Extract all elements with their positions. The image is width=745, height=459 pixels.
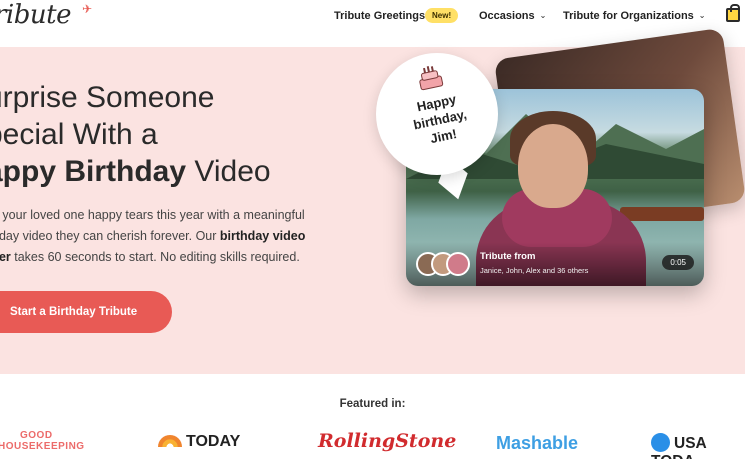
today-logo[interactable]: TODAY <box>158 433 240 451</box>
nav-tribute-greetings[interactable]: Tribute Greetings <box>334 10 425 22</box>
today-text: TODAY <box>186 433 241 450</box>
contributor-avatars <box>416 252 472 276</box>
tribute-from-label: Tribute from <box>480 251 536 262</box>
birthday-video-maker-link-cont[interactable]: ker <box>0 250 11 264</box>
paper-plane-icon: ✈ <box>82 2 93 16</box>
nav-organizations[interactable]: Tribute for Organizations ⌄ <box>563 10 706 22</box>
nav-occasions-label: Occasions <box>479 10 535 22</box>
boats <box>620 207 704 221</box>
subtext-part-3: takes 60 seconds to start. No editing sk… <box>10 250 300 264</box>
birthday-video-maker-link[interactable]: birthday video <box>220 229 305 243</box>
rolling-stone-logo[interactable]: RollingStone <box>318 430 456 452</box>
usa-today-dot-icon <box>651 433 670 452</box>
sunrise-icon <box>158 435 182 447</box>
good-housekeeping-logo[interactable]: GOOD HOUSEKEEPING <box>0 430 85 452</box>
chevron-down-icon: ⌄ <box>539 11 547 20</box>
headline-line-3: appy Birthday Video <box>0 153 271 190</box>
headline-line-1: urprise Someone <box>0 81 215 114</box>
nav-occasions[interactable]: Occasions ⌄ <box>479 10 546 22</box>
headline-rest: Video <box>186 155 271 188</box>
headline-line-2: pecial With a <box>0 118 158 151</box>
new-badge: New! <box>425 8 459 23</box>
logo-text: ribute <box>0 0 71 30</box>
start-birthday-tribute-button[interactable]: Start a Birthday Tribute <box>0 291 172 333</box>
tribute-logo[interactable]: ribute <box>0 0 71 30</box>
subtext-line-2: hday video they can cherish forever. Our… <box>0 226 352 247</box>
nav-organizations-label: Tribute for Organizations <box>563 10 694 22</box>
chevron-down-icon: ⌄ <box>698 11 706 20</box>
subtext-line-1: e your loved one happy tears this year w… <box>0 208 305 222</box>
usa-today-logo[interactable]: USA TODA <box>651 433 745 459</box>
gh-line-1: GOOD <box>20 430 53 441</box>
subtext-line-3: ker takes 60 seconds to start. No editin… <box>0 247 352 268</box>
person-face <box>518 124 588 208</box>
mashable-logo[interactable]: Mashable <box>496 433 578 454</box>
gh-line-2: HOUSEKEEPING <box>0 441 85 452</box>
video-duration: 0:05 <box>662 255 694 270</box>
avatar <box>446 252 470 276</box>
featured-in-label: Featured in: <box>339 398 406 410</box>
contributors-list: Janice, John, Alex and 36 others <box>480 266 589 275</box>
subtext-part-2: hday video they can cherish forever. Our <box>0 229 220 243</box>
shopping-bag-icon[interactable] <box>726 4 740 22</box>
hero-headline: urprise Someone pecial With a appy Birth… <box>0 79 271 190</box>
headline-bold: appy Birthday <box>0 155 187 188</box>
hero-subtext: e your loved one happy tears this year w… <box>0 205 352 268</box>
